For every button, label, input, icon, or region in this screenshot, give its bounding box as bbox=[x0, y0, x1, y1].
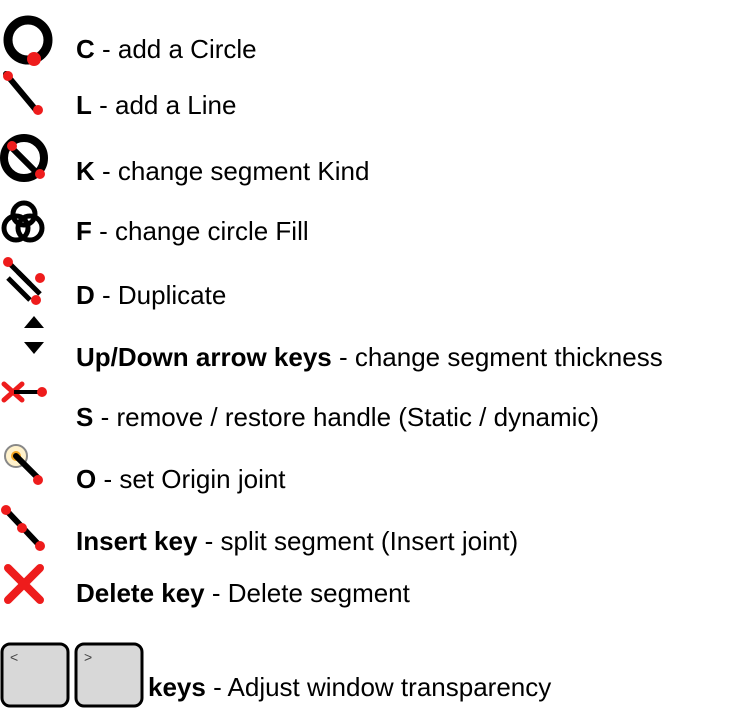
line-icon bbox=[0, 68, 64, 132]
shortcut-description: Duplicate bbox=[117, 280, 227, 310]
shortcut-description: split segment (Insert joint) bbox=[220, 526, 519, 556]
delete-icon bbox=[0, 562, 64, 626]
up-down-arrows-icon bbox=[0, 312, 64, 376]
circle-fill-icon bbox=[0, 198, 64, 262]
shortcut-description: remove / restore handle (Static / dynami… bbox=[116, 402, 600, 432]
shortcut-key: F bbox=[76, 216, 92, 246]
shortcut-key: C bbox=[76, 34, 95, 64]
duplicate-icon bbox=[0, 254, 64, 318]
shortcut-key: L bbox=[76, 90, 92, 120]
insert-joint-icon bbox=[0, 504, 64, 568]
shortcut-description: Delete segment bbox=[227, 578, 410, 608]
shortcut-key: Insert key bbox=[76, 526, 198, 556]
svg-text:>: > bbox=[84, 649, 92, 665]
shortcut-description: change circle Fill bbox=[115, 216, 309, 246]
shortcut-description: add a Line bbox=[115, 90, 237, 120]
circle-icon bbox=[0, 12, 64, 76]
shortcut-key: Delete key bbox=[76, 578, 205, 608]
shortcut-key: O bbox=[76, 464, 97, 494]
static-handle-icon bbox=[0, 380, 64, 444]
angle-bracket-keys-icon: < > bbox=[0, 642, 148, 708]
shortcut-key: D bbox=[76, 280, 95, 310]
shortcut-description: change segment Kind bbox=[117, 156, 370, 186]
svg-text:<: < bbox=[10, 649, 18, 665]
shortcut-description: change segment thickness bbox=[354, 342, 663, 372]
shortcut-key: K bbox=[76, 156, 95, 186]
transparency-keyword: keys bbox=[148, 672, 206, 702]
origin-joint-icon bbox=[0, 440, 64, 504]
transparency-description: Adjust window transparency bbox=[227, 672, 552, 702]
segment-kind-icon bbox=[0, 134, 64, 198]
shortcut-key: Up/Down arrow keys bbox=[76, 342, 332, 372]
shortcut-description: add a Circle bbox=[117, 34, 257, 64]
shortcut-description: set Origin joint bbox=[119, 464, 286, 494]
shortcut-key: S bbox=[76, 402, 94, 432]
